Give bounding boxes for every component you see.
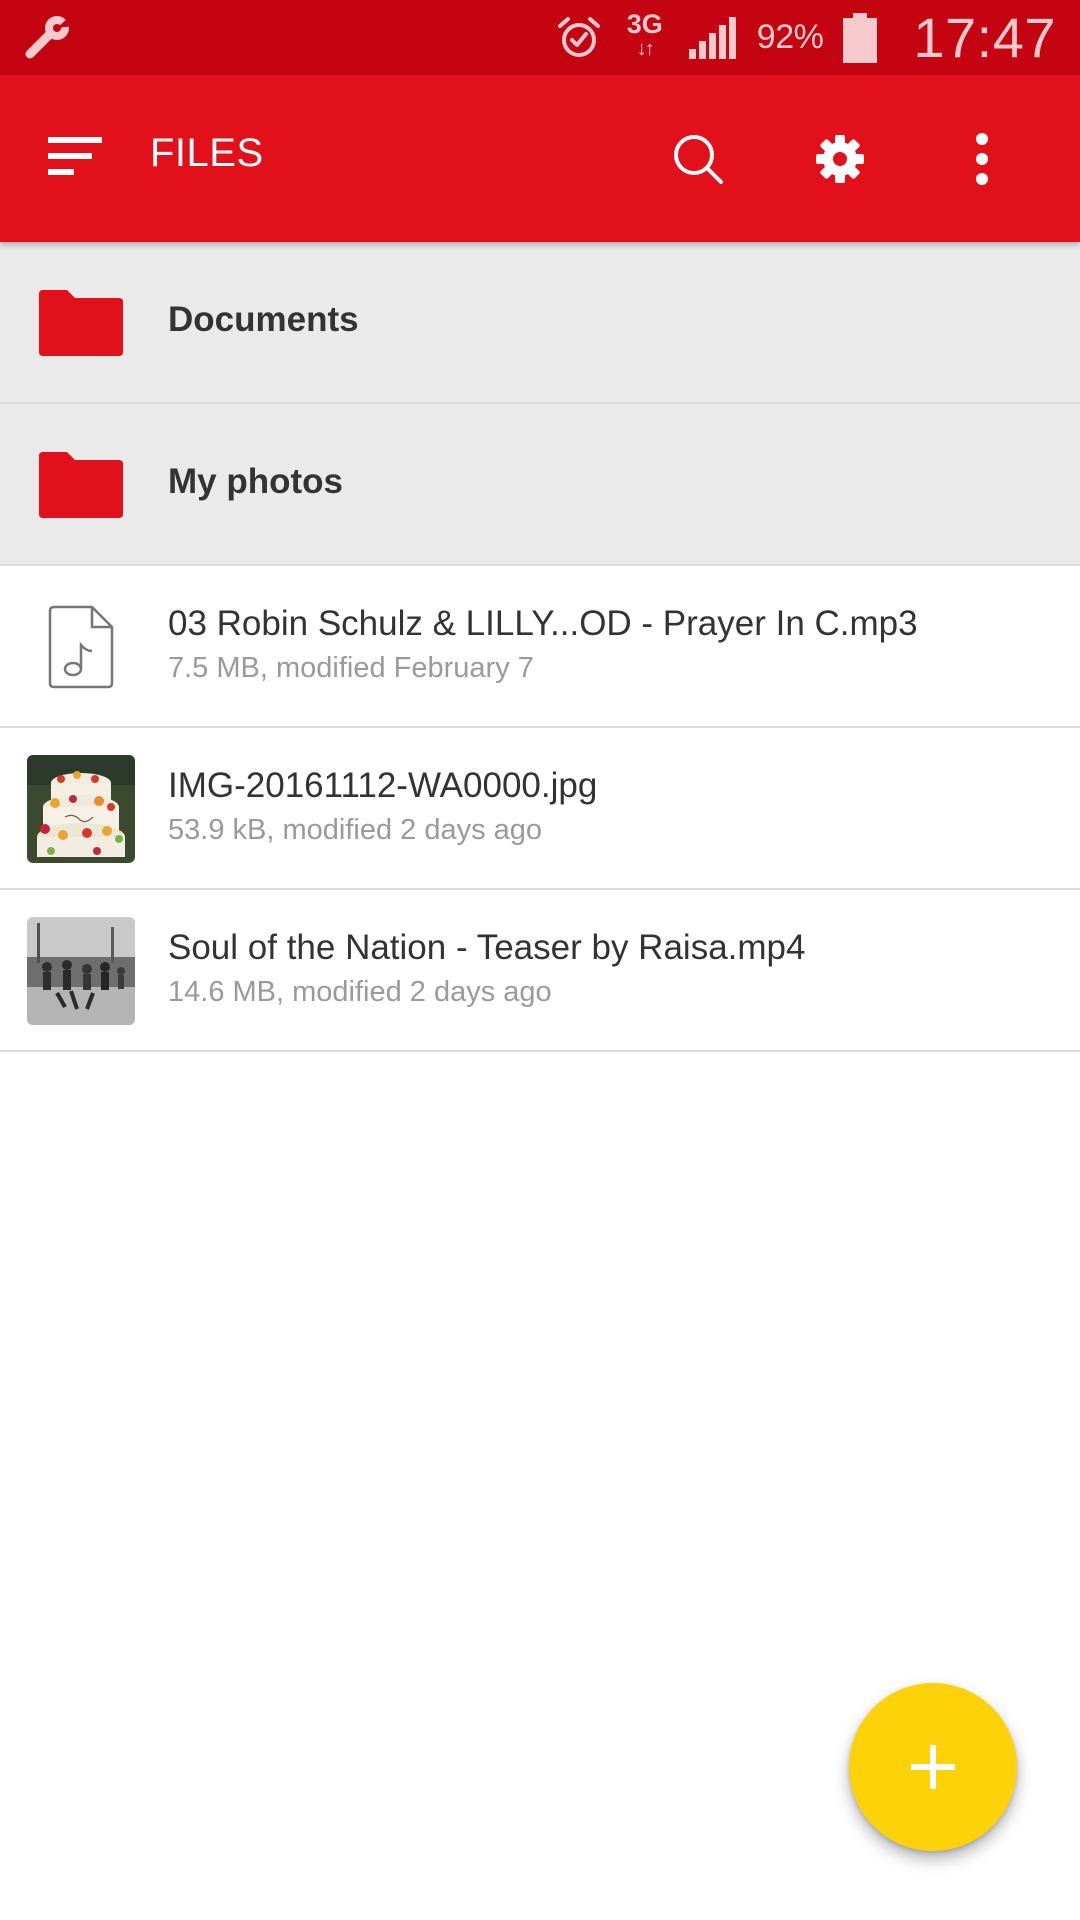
search-icon: [674, 135, 723, 184]
folder-icon: [39, 290, 123, 356]
settings-button[interactable]: [796, 115, 884, 203]
more-options-button[interactable]: [938, 115, 1026, 203]
status-icons: 3G ↓↑ 92% 17:47: [555, 0, 1056, 75]
page-title: FILES: [150, 131, 264, 175]
search-button[interactable]: [654, 115, 742, 203]
list-item-folder-my-photos[interactable]: My photos: [0, 404, 1080, 566]
list-item-file-jpg[interactable]: IMG-20161112-WA0000.jpg 53.9 kB, modifie…: [0, 728, 1080, 890]
file-meta: 53.9 kB, modified 2 days ago: [168, 814, 543, 846]
list-item-file-mp4[interactable]: Soul of the Nation - Teaser by Raisa.mp4…: [0, 890, 1080, 1052]
audio-file-icon: [48, 605, 114, 689]
folder-icon: [39, 452, 123, 518]
file-name: Soul of the Nation - Teaser by Raisa.mp4: [168, 928, 806, 967]
file-icon-wrap: [26, 592, 136, 702]
video-thumbnail: [27, 917, 135, 1025]
folder-icon-wrap: [26, 430, 136, 540]
plus-icon: [911, 1745, 955, 1789]
file-meta: 7.5 MB, modified February 7: [168, 652, 534, 684]
network-type: 3G: [626, 8, 663, 39]
signal-icon: [688, 16, 736, 59]
list-item-folder-documents[interactable]: Documents: [0, 242, 1080, 404]
network-indicator: 3G ↓↑: [623, 10, 667, 66]
alarm-icon: [557, 16, 600, 57]
file-name: 03 Robin Schulz & LILLY...OD - Prayer In…: [168, 604, 918, 643]
folder-name: My photos: [168, 462, 343, 501]
menu-icon: [48, 137, 102, 175]
battery-icon: [843, 12, 878, 63]
screen: 3G ↓↑ 92% 17:47 FILES Documents My photo…: [0, 0, 1080, 1920]
list-item-file-mp3[interactable]: 03 Robin Schulz & LILLY...OD - Prayer In…: [0, 566, 1080, 728]
folder-icon-wrap: [26, 268, 136, 378]
file-meta: 14.6 MB, modified 2 days ago: [168, 976, 552, 1008]
wrench-icon: [25, 16, 74, 59]
menu-button[interactable]: [34, 125, 114, 193]
file-list: Documents My photos 03 Robin Schulz & LI…: [0, 242, 1080, 1052]
file-icon-wrap: [26, 916, 136, 1026]
file-icon-wrap: [26, 754, 136, 864]
status-bar: 3G ↓↑ 92% 17:47: [0, 0, 1080, 75]
network-arrows-icon: ↓↑: [636, 37, 655, 60]
clock: 17:47: [913, 6, 1056, 69]
gear-icon: [816, 135, 864, 183]
more-vert-icon: [976, 133, 988, 185]
app-bar: FILES: [0, 75, 1080, 242]
image-thumbnail: [27, 755, 135, 863]
file-name: IMG-20161112-WA0000.jpg: [168, 766, 598, 805]
add-button[interactable]: [849, 1683, 1017, 1851]
battery-percent: 92%: [756, 18, 824, 56]
folder-name: Documents: [168, 300, 359, 339]
